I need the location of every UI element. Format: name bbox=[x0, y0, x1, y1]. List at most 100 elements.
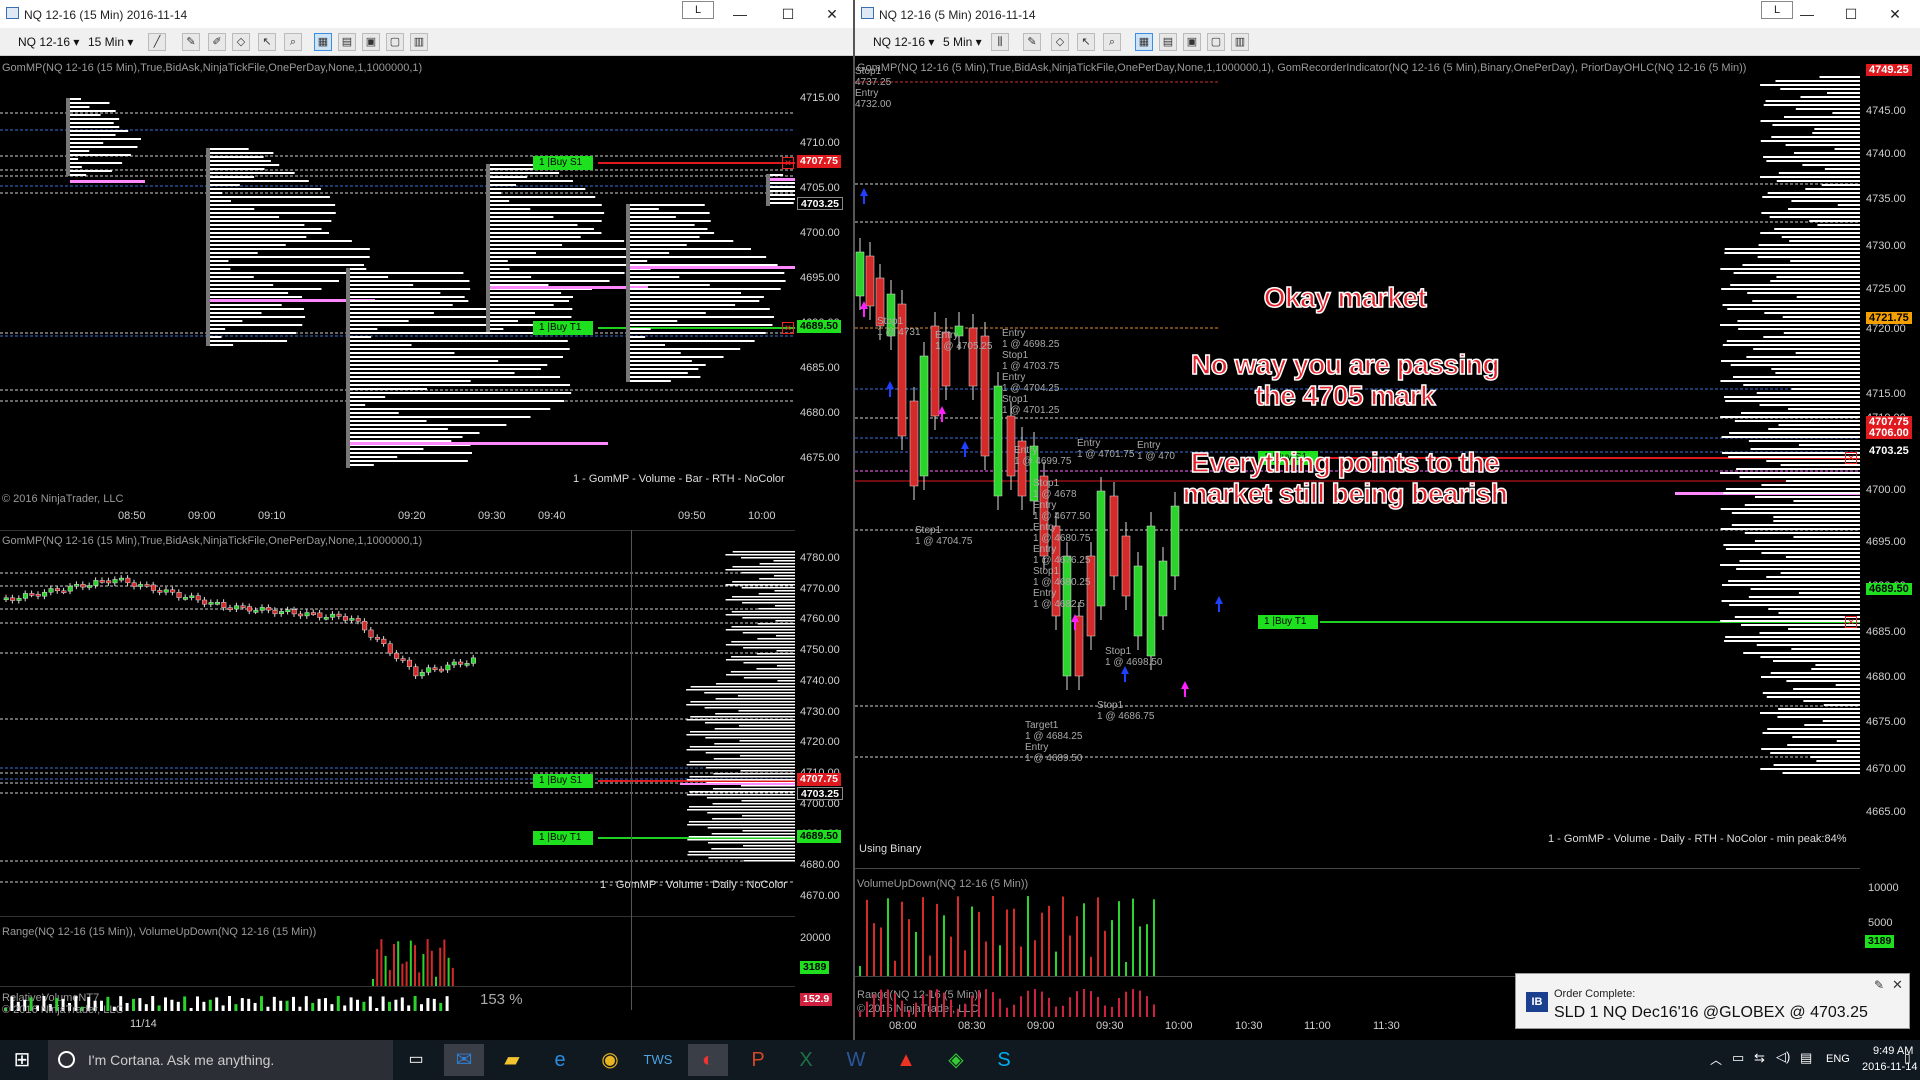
properties-icon[interactable]: ▣ bbox=[362, 33, 380, 51]
sell-close-x-icon[interactable]: ✕ bbox=[782, 157, 794, 169]
interval-dropdown-right[interactable]: 5 Min ▾ bbox=[943, 35, 982, 49]
profile-row bbox=[350, 420, 427, 422]
ninjatrader-icon[interactable]: ◐ bbox=[688, 1044, 728, 1076]
daily-profile-row bbox=[774, 590, 795, 592]
tray-network-icon[interactable]: ▭ bbox=[1732, 1050, 1744, 1066]
bottom-price-axis[interactable]: 4780.00 4770.00 4760.00 4750.00 4740.00 4730.… bbox=[795, 530, 853, 902]
bottom-buy-s1-label[interactable]: 1 |Buy S1 bbox=[533, 774, 593, 788]
range-volume-panel[interactable]: Range(NQ 12-16 (15 Min)), VolumeUpDown(N… bbox=[0, 916, 795, 987]
pencil-icon[interactable]: ✎ bbox=[182, 33, 200, 51]
right-buy-t1-label[interactable]: 1 |Buy T1 bbox=[1258, 615, 1318, 629]
tray-sync-icon[interactable]: ⇆ bbox=[1754, 1050, 1765, 1066]
right-buy-close-x-icon[interactable]: ✕ bbox=[1845, 616, 1857, 628]
maximize-icon[interactable]: ☐ bbox=[768, 2, 808, 26]
word-icon[interactable]: W bbox=[836, 1044, 876, 1076]
order-complete-toast[interactable]: IB Order Complete: SLD 1 NQ Dec16'16 @GL… bbox=[1515, 973, 1910, 1029]
tray-volume-icon[interactable]: ◁) bbox=[1776, 1049, 1790, 1065]
right-x-tick: 11:30 bbox=[1373, 1020, 1400, 1032]
minimize-icon-right[interactable]: — bbox=[1787, 2, 1827, 26]
snapshot-icon[interactable]: ▢ bbox=[386, 33, 404, 51]
green-app-icon[interactable]: ◈ bbox=[936, 1044, 976, 1076]
candle-body bbox=[227, 607, 233, 610]
close-icon[interactable]: ✕ bbox=[812, 2, 852, 26]
excel-icon[interactable]: X bbox=[786, 1044, 826, 1076]
zoom-icon[interactable]: ⌕ bbox=[284, 33, 302, 51]
bottom-price-panel[interactable]: GomMP(NQ 12-16 (15 Min),True,BidAsk,Ninj… bbox=[0, 530, 795, 891]
drawing-tool-icon[interactable]: ╱ bbox=[148, 33, 166, 51]
pointer-icon-right[interactable]: ↖ bbox=[1077, 33, 1095, 51]
candle-body bbox=[170, 589, 176, 593]
language-indicator[interactable]: ENG bbox=[1826, 1053, 1850, 1065]
bottom-buy-t1-label[interactable]: 1 |Buy T1 bbox=[533, 831, 593, 845]
tws-icon[interactable]: TWS bbox=[638, 1044, 678, 1076]
candle-body bbox=[138, 584, 144, 587]
volume-bar bbox=[409, 940, 412, 987]
snapshot-icon-right[interactable]: ▢ bbox=[1207, 33, 1225, 51]
maximize-icon-right[interactable]: ☐ bbox=[1831, 2, 1871, 26]
acrobat-icon[interactable]: ▲ bbox=[886, 1044, 926, 1076]
interval-dropdown[interactable]: 15 Min ▾ bbox=[88, 35, 133, 49]
link-button[interactable]: L bbox=[682, 1, 714, 19]
indicators-icon[interactable]: ▥ bbox=[410, 33, 428, 51]
profile-row bbox=[490, 232, 602, 234]
candle-body bbox=[29, 593, 35, 596]
properties-icon-right[interactable]: ▣ bbox=[1183, 33, 1201, 51]
bar-type-icon[interactable]: ⫼ bbox=[991, 33, 1009, 51]
daily-profile-row bbox=[706, 767, 795, 769]
candle-body bbox=[93, 580, 99, 586]
tray-chevron-icon[interactable]: ︿ bbox=[1710, 1051, 1722, 1068]
toast-pin-icon[interactable]: ✎ bbox=[1874, 978, 1884, 992]
right-price-axis[interactable]: 4749.25 4745.00 4740.00 4735.00 4730.00 4725.… bbox=[1860, 56, 1920, 866]
profile-row bbox=[70, 122, 114, 124]
instrument-dropdown[interactable]: NQ 12-16 ▾ bbox=[18, 35, 79, 49]
buy-close-x-icon[interactable]: ✕ bbox=[782, 322, 794, 334]
instrument-dropdown-right[interactable]: NQ 12-16 ▾ bbox=[873, 35, 934, 49]
chart-trader-icon-right[interactable]: ▦ bbox=[1135, 33, 1153, 51]
edge-icon[interactable]: e bbox=[540, 1044, 580, 1076]
profile-row bbox=[350, 284, 414, 286]
powerpoint-icon[interactable]: P bbox=[738, 1044, 778, 1076]
using-binary-label: Using Binary bbox=[859, 843, 922, 855]
top-price-axis[interactable]: 4715.004710.004705.004700.004695.004690.… bbox=[795, 56, 853, 506]
data-box-icon[interactable]: ▤ bbox=[338, 33, 356, 51]
right-price-panel[interactable]: GomMP(NQ 12-16 (5 Min),True,BidAsk,Ninja… bbox=[855, 56, 1860, 866]
buy-s1-order-label[interactable]: 1 |Buy S1 bbox=[533, 156, 593, 170]
daily-profile-row bbox=[1720, 620, 1860, 622]
skype-icon[interactable]: S bbox=[984, 1044, 1024, 1076]
right-sell-close-x-icon[interactable]: ✕ bbox=[1845, 452, 1857, 464]
pointer-icon[interactable]: ↖ bbox=[258, 33, 276, 51]
outlook-icon[interactable]: ✉ bbox=[444, 1044, 484, 1076]
file-explorer-icon[interactable]: ▰ bbox=[492, 1044, 532, 1076]
tray-message-icon[interactable]: ▤ bbox=[1800, 1050, 1812, 1066]
chart-trader-icon[interactable]: ▦ bbox=[314, 33, 332, 51]
top-time-axis: 08:50 09:00 09:10 09:20 09:30 09:40 09:50 10:00 bbox=[0, 506, 795, 530]
close-icon-right[interactable]: ✕ bbox=[1875, 2, 1915, 26]
right-volume-panel[interactable]: VolumeUpDown(NQ 12-16 (5 Min)) bbox=[855, 868, 1860, 976]
daily-profile-row bbox=[1752, 300, 1860, 302]
data-box-icon-right[interactable]: ▤ bbox=[1159, 33, 1177, 51]
range-bar bbox=[936, 989, 938, 1017]
right-footer-label: 1 - GomMP - Volume - Daily - RTH - NoCol… bbox=[1548, 833, 1847, 845]
profile-row bbox=[210, 264, 364, 266]
marker-icon[interactable]: ✐ bbox=[208, 33, 226, 51]
eraser-icon[interactable]: ◇ bbox=[232, 33, 250, 51]
daily-profile-row bbox=[1754, 540, 1860, 542]
volume-bar bbox=[414, 945, 416, 987]
cortana-search-box[interactable]: I'm Cortana. Ask me anything. bbox=[48, 1040, 393, 1080]
zoom-icon-right[interactable]: ⌕ bbox=[1103, 33, 1121, 51]
indicators-icon-right[interactable]: ▥ bbox=[1231, 33, 1249, 51]
volume-bar bbox=[1020, 946, 1022, 976]
volume-bar bbox=[1048, 905, 1050, 976]
windows-start-icon[interactable]: ⊞ bbox=[2, 1044, 42, 1076]
eraser-icon-right[interactable]: ◇ bbox=[1051, 33, 1069, 51]
buy-t1-order-label[interactable]: 1 |Buy T1 bbox=[533, 321, 593, 335]
pencil-icon-right[interactable]: ✎ bbox=[1023, 33, 1041, 51]
profile-row bbox=[210, 164, 280, 166]
action-center-icon[interactable]: ▯ bbox=[1904, 1051, 1911, 1065]
chrome-icon[interactable]: ◉ bbox=[590, 1044, 630, 1076]
toast-close-icon[interactable]: ✕ bbox=[1892, 977, 1903, 993]
right-toolbar: NQ 12-16 ▾ 5 Min ▾ ⫼ ✎ ◇ ↖ ⌕ ▦ ▤ ▣ ▢ ▥ bbox=[855, 28, 1920, 56]
top-price-panel[interactable]: GomMP(NQ 12-16 (15 Min),True,BidAsk,Ninj… bbox=[0, 56, 795, 506]
task-view-icon[interactable]: ▭ bbox=[396, 1044, 436, 1076]
minimize-icon[interactable]: — bbox=[720, 2, 760, 26]
